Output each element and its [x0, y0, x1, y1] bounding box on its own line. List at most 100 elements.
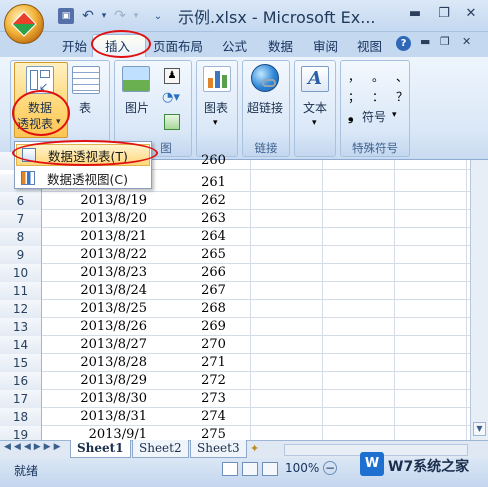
value-cell[interactable]: 262	[177, 192, 250, 210]
value-cell[interactable]: 270	[177, 336, 250, 354]
value-cell[interactable]: 266	[177, 264, 250, 282]
symbol-label[interactable]: 符号	[362, 108, 386, 125]
sheet-nav-icon[interactable]: ◀◀◀▶▶▶	[4, 442, 64, 452]
office-button[interactable]	[4, 4, 44, 44]
worksheet-grid[interactable]: 260 261 6 2013/8/19 262 7 2013/8/20 263 8 2013/…	[0, 152, 470, 444]
row-header[interactable]: 18	[0, 408, 42, 426]
table-row[interactable]: 8 2013/8/21 264	[0, 228, 470, 246]
table-row[interactable]: 15 2013/8/28 271	[0, 354, 470, 372]
save-icon[interactable]: ▣	[58, 8, 74, 24]
tab-page-layout[interactable]: 页面布局	[153, 36, 203, 55]
minimize-icon[interactable]: ▬	[404, 3, 426, 23]
clip-art-icon[interactable]: ♟	[164, 68, 180, 84]
undo-icon[interactable]: ↶	[80, 8, 96, 24]
insert-sheet-icon[interactable]: ✦	[250, 442, 266, 456]
menu-item-pivot-chart[interactable]: 数据透视图(C)	[16, 167, 150, 189]
restore-icon[interactable]: ❐	[433, 3, 455, 23]
row-header[interactable]: 7	[0, 210, 42, 228]
date-cell[interactable]: 2013/8/25	[42, 300, 177, 318]
row-header[interactable]: 13	[0, 318, 42, 336]
date-cell[interactable]: 2013/8/21	[42, 228, 177, 246]
scroll-down-icon[interactable]: ▼	[473, 422, 486, 436]
page-break-view-icon[interactable]	[262, 462, 278, 476]
row-header[interactable]: 6	[0, 192, 42, 210]
tab-data[interactable]: 数据	[268, 36, 293, 55]
zoom-level[interactable]: 100%	[285, 461, 319, 475]
workbook-close-icon[interactable]: ✕	[462, 35, 471, 48]
normal-view-icon[interactable]	[222, 462, 238, 476]
table-row[interactable]: 16 2013/8/29 272	[0, 372, 470, 390]
date-cell[interactable]: 2013/8/19	[42, 192, 177, 210]
table-row[interactable]: 17 2013/8/30 273	[0, 390, 470, 408]
symbol-colon[interactable]: ：	[372, 88, 384, 105]
date-cell[interactable]: 2013/8/31	[42, 408, 177, 426]
row-header[interactable]: 10	[0, 264, 42, 282]
date-cell[interactable]: 2013/8/24	[42, 282, 177, 300]
sheet-tab-2[interactable]: Sheet2	[132, 440, 189, 458]
value-cell[interactable]: 273	[177, 390, 250, 408]
undo-dropdown-icon[interactable]: ▾	[96, 8, 112, 24]
tab-home[interactable]: 开始	[62, 36, 87, 55]
row-header[interactable]: 16	[0, 372, 42, 390]
redo-icon[interactable]: ↷	[112, 8, 128, 24]
value-cell[interactable]: 267	[177, 282, 250, 300]
symbols-row-2[interactable]: ； ： ？	[348, 88, 408, 105]
value-cell[interactable]: 272	[177, 372, 250, 390]
table-row[interactable]: 18 2013/8/31 274	[0, 408, 470, 426]
value-cell[interactable]: 263	[177, 210, 250, 228]
symbol-comma[interactable]: ，	[348, 68, 360, 85]
row-header[interactable]: 11	[0, 282, 42, 300]
tab-formulas[interactable]: 公式	[222, 36, 247, 55]
symbol-question[interactable]: ？	[396, 88, 408, 105]
date-cell[interactable]: 2013/8/22	[42, 246, 177, 264]
date-cell[interactable]: 2013/8/30	[42, 390, 177, 408]
table-row[interactable]: 14 2013/8/27 270	[0, 336, 470, 354]
table-row[interactable]: 12 2013/8/25 268	[0, 300, 470, 318]
date-cell[interactable]: 2013/8/20	[42, 210, 177, 228]
symbol-semicolon[interactable]: ；	[348, 88, 360, 105]
tab-view[interactable]: 视图	[357, 36, 382, 55]
symbols-row-1[interactable]: ， 。 、	[348, 68, 408, 85]
value-cell[interactable]: 274	[177, 408, 250, 426]
value-cell[interactable]: 264	[177, 228, 250, 246]
table-row[interactable]: 6 2013/8/19 262	[0, 192, 470, 210]
workbook-restore-icon[interactable]: ❐	[440, 35, 450, 48]
chart-icon[interactable]	[203, 66, 231, 92]
table-row[interactable]: 9 2013/8/22 265	[0, 246, 470, 264]
row-header[interactable]: 8	[0, 228, 42, 246]
ribbon-minimize-icon[interactable]: ▬	[420, 35, 430, 48]
symbol-enum-comma[interactable]: 、	[396, 68, 408, 85]
value-cell[interactable]: 260	[177, 152, 250, 170]
zoom-out-icon[interactable]: −	[323, 461, 337, 475]
close-icon[interactable]: ✕	[460, 3, 482, 23]
table-row[interactable]: 7 2013/8/20 263	[0, 210, 470, 228]
help-icon[interactable]: ?	[396, 36, 411, 51]
value-cell[interactable]: 269	[177, 318, 250, 336]
page-layout-view-icon[interactable]	[242, 462, 258, 476]
date-cell[interactable]: 2013/8/26	[42, 318, 177, 336]
symbol-period[interactable]: 。	[372, 68, 384, 85]
row-header[interactable]: 15	[0, 354, 42, 372]
picture-icon[interactable]	[122, 66, 150, 92]
smartart-icon[interactable]	[164, 114, 180, 130]
text-icon[interactable]: A	[301, 66, 329, 92]
table-icon[interactable]	[72, 66, 100, 94]
value-cell[interactable]: 265	[177, 246, 250, 264]
chevron-down-icon[interactable]: ⌄	[150, 8, 166, 24]
menu-item-pivot-table[interactable]: 数据透视表(T)	[16, 144, 150, 166]
value-cell[interactable]: 271	[177, 354, 250, 372]
tab-review[interactable]: 审阅	[313, 36, 338, 55]
redo-dropdown-icon[interactable]: ▾	[128, 8, 144, 24]
shapes-icon[interactable]: ◔▾	[162, 90, 182, 106]
date-cell[interactable]: 2013/8/27	[42, 336, 177, 354]
row-header[interactable]: 12	[0, 300, 42, 318]
hyperlink-icon[interactable]	[251, 64, 279, 92]
tab-insert[interactable]: 插入	[105, 36, 130, 55]
date-cell[interactable]: 2013/8/23	[42, 264, 177, 282]
row-header[interactable]: 9	[0, 246, 42, 264]
date-cell[interactable]: 2013/8/28	[42, 354, 177, 372]
row-header[interactable]: 14	[0, 336, 42, 354]
vertical-scrollbar[interactable]: ▼	[470, 160, 488, 440]
table-row[interactable]: 11 2013/8/24 267	[0, 282, 470, 300]
sheet-tab-1[interactable]: Sheet1	[70, 440, 131, 458]
